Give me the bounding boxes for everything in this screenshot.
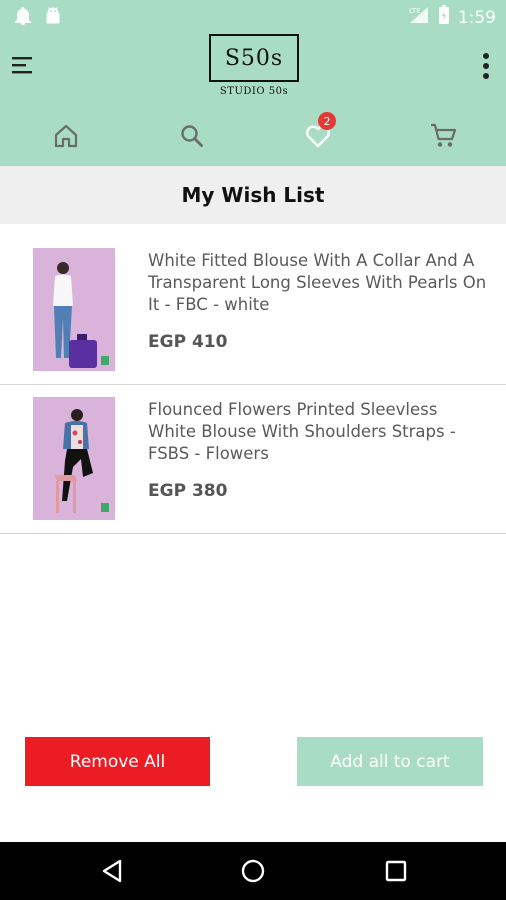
- item-name[interactable]: Flounced Flowers Printed Sleevless White…: [148, 399, 488, 465]
- logo-subtitle: STUDIO 50s: [219, 86, 289, 97]
- page-title: My Wish List: [181, 183, 325, 207]
- battery-icon: [438, 5, 450, 30]
- home-circle-icon[interactable]: [239, 857, 267, 885]
- menu-icon[interactable]: [10, 52, 36, 78]
- product-image[interactable]: [33, 248, 115, 371]
- remove-all-button[interactable]: Remove All: [25, 737, 210, 786]
- home-icon: [52, 122, 80, 155]
- more-options-icon[interactable]: [480, 50, 492, 82]
- add-all-to-cart-button[interactable]: Add all to cart: [297, 737, 483, 786]
- search-icon: [178, 122, 206, 155]
- top-nav: 2: [0, 112, 506, 158]
- nav-search[interactable]: [172, 118, 212, 158]
- recent-apps-icon[interactable]: [382, 857, 410, 885]
- android-icon: [44, 6, 62, 31]
- notification-bell-icon: [14, 6, 32, 31]
- logo-mark: S50s: [209, 34, 299, 82]
- nav-cart[interactable]: [424, 118, 464, 158]
- app-bar: S50s STUDIO 50s 2: [0, 32, 506, 166]
- system-nav-bar: [0, 842, 506, 900]
- item-info: Flounced Flowers Printed Sleevless White…: [148, 399, 488, 501]
- wish-list: White Fitted Blouse With A Collar And A …: [0, 236, 506, 534]
- list-item[interactable]: Flounced Flowers Printed Sleevless White…: [0, 385, 506, 534]
- status-time: 1:59: [457, 7, 496, 28]
- back-icon[interactable]: [98, 857, 126, 885]
- item-price: EGP 410: [148, 332, 228, 352]
- nav-home[interactable]: [46, 118, 86, 158]
- product-image[interactable]: [33, 397, 115, 520]
- signal-icon: LTE: [408, 5, 430, 30]
- item-info: White Fitted Blouse With A Collar And A …: [148, 250, 488, 352]
- status-bar: LTE 1:59: [0, 0, 506, 32]
- title-bar: My Wish List: [0, 166, 506, 224]
- cart-icon: [429, 122, 459, 155]
- wishlist-count-badge: 2: [318, 112, 336, 130]
- list-item[interactable]: White Fitted Blouse With A Collar And A …: [0, 236, 506, 385]
- svg-text:LTE: LTE: [409, 7, 421, 15]
- item-name[interactable]: White Fitted Blouse With A Collar And A …: [148, 250, 488, 316]
- brand-logo[interactable]: S50s STUDIO 50s: [200, 34, 308, 104]
- nav-wishlist[interactable]: 2: [298, 112, 338, 158]
- item-price: EGP 380: [148, 481, 228, 501]
